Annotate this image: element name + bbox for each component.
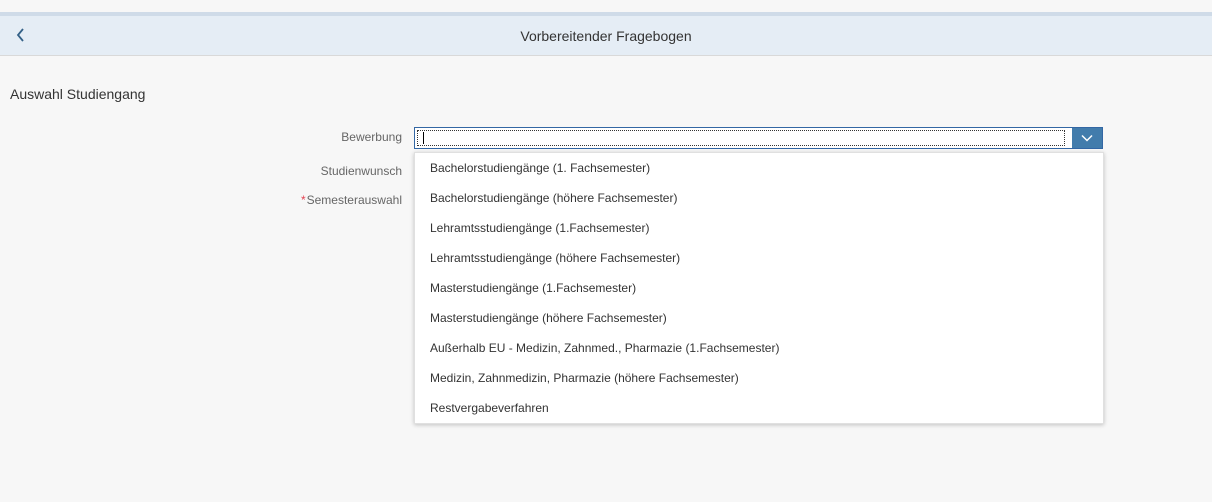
dropdown-option-master-1[interactable]: Masterstudiengänge (1.Fachsemester) xyxy=(415,273,1103,303)
dropdown-option-medizin-hoehere[interactable]: Medizin, Zahnmedizin, Pharmazie (höhere … xyxy=(415,363,1103,393)
semesterauswahl-label-text: Semesterauswahl xyxy=(306,193,402,207)
bewerbung-dropdown-list: Bachelorstudiengänge (1. Fachsemester) B… xyxy=(414,152,1104,424)
dropdown-option-bachelor-hoehere[interactable]: Bachelorstudiengänge (höhere Fachsemeste… xyxy=(415,183,1103,213)
dropdown-option-lehramt-1[interactable]: Lehramtsstudiengänge (1.Fachsemester) xyxy=(415,213,1103,243)
required-indicator: * xyxy=(300,193,306,207)
dropdown-toggle-button[interactable] xyxy=(1072,128,1102,148)
page-title: Vorbereitender Fragebogen xyxy=(520,28,692,44)
chevron-down-icon xyxy=(1081,134,1093,142)
dropdown-option-bachelor-1[interactable]: Bachelorstudiengänge (1. Fachsemester) xyxy=(415,153,1103,183)
text-caret xyxy=(423,132,424,144)
bewerbung-label: Bewerbung xyxy=(341,130,402,144)
dropdown-option-lehramt-hoehere[interactable]: Lehramtsstudiengänge (höhere Fachsemeste… xyxy=(415,243,1103,273)
top-strip xyxy=(0,0,1212,12)
section-title: Auswahl Studiengang xyxy=(10,86,146,102)
dropdown-option-master-hoehere[interactable]: Masterstudiengänge (höhere Fachsemester) xyxy=(415,303,1103,333)
dropdown-option-ausserhalb-eu-medizin[interactable]: Außerhalb EU - Medizin, Zahnmed., Pharma… xyxy=(415,333,1103,363)
page-header: Vorbereitender Fragebogen xyxy=(0,12,1212,56)
bewerbung-input[interactable] xyxy=(417,130,1065,146)
chevron-left-icon xyxy=(16,28,24,42)
back-button[interactable] xyxy=(6,18,36,52)
studienwunsch-label: Studienwunsch xyxy=(320,164,402,178)
bewerbung-select[interactable] xyxy=(414,127,1103,149)
dropdown-option-restvergabe[interactable]: Restvergabeverfahren xyxy=(415,393,1103,423)
semesterauswahl-label: *Semesterauswahl xyxy=(301,193,402,207)
